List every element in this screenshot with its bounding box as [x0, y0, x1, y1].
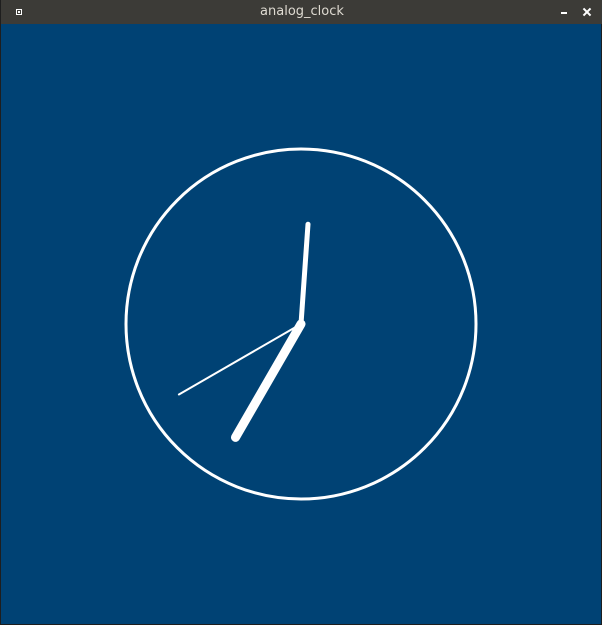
close-icon	[583, 8, 591, 16]
app-window: analog_clock	[0, 0, 602, 625]
window-title: analog_clock	[260, 4, 344, 19]
hour-hand	[231, 319, 306, 442]
minimize-button[interactable]	[557, 5, 571, 19]
clock-svg	[124, 147, 478, 501]
clock-canvas	[1, 24, 601, 624]
minute-hand	[298, 221, 311, 327]
minimize-icon	[561, 11, 567, 14]
close-button[interactable]	[580, 5, 594, 19]
title-bar[interactable]: analog_clock	[1, 0, 602, 24]
